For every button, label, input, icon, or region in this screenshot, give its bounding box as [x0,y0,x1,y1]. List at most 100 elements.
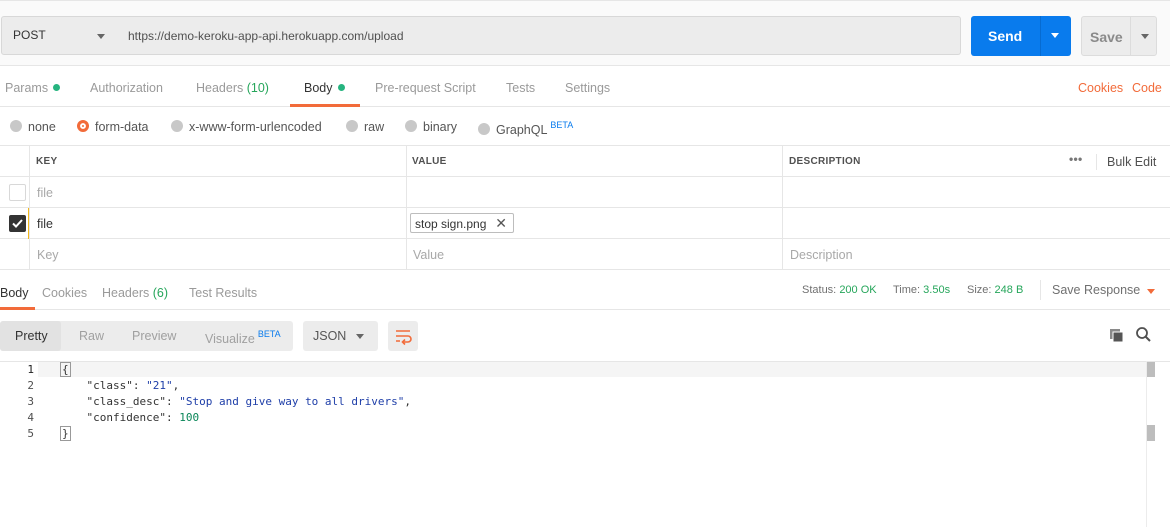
send-button[interactable]: Send [971,16,1071,56]
row-checkbox-checked[interactable] [9,215,26,232]
postman-window: POST https://demo-keroku-app-api.herokua… [0,0,1170,527]
tab-body-label: Body [304,81,333,95]
tab-tests[interactable]: Tests [506,81,535,95]
tab-authorization[interactable]: Authorization [90,81,163,95]
view-raw[interactable]: Raw [79,329,104,343]
tab-pre-request-script[interactable]: Pre-request Script [375,81,476,95]
col-divider [782,146,783,270]
radio-raw-label: raw [364,120,385,134]
table-header: KEY VALUE DESCRIPTION ••• Bulk Edit [0,146,1170,177]
radio-none-circle [10,120,22,132]
time-value: 3.50s [923,284,951,296]
json-value: 100 [179,411,200,424]
size-info: Size: 248 B [967,284,1023,296]
time-info: Time: 3.50s [893,284,950,296]
resp-tab-body[interactable]: Body [0,286,29,300]
radio-x-www-form-urlencoded[interactable]: x-www-form-urlencoded [171,120,322,134]
code-line: "class": "21", [86,379,180,392]
more-options-icon[interactable]: ••• [1069,152,1083,166]
code-line: { [60,362,71,377]
chevron-down-icon [356,334,364,339]
description-input[interactable]: Description [790,248,853,262]
scrollbar-track [1146,361,1147,527]
code-line: "class_desc": "Stop and give way to all … [86,395,412,408]
radio-form-data[interactable]: form-data [77,120,149,134]
method-label: POST [13,28,46,42]
status-label: Status: [802,284,837,296]
status-separator [1040,280,1041,300]
view-preview[interactable]: Preview [132,329,176,343]
view-visualize-label: Visualize [205,332,255,346]
scrollbar-thumb[interactable] [1147,362,1155,377]
file-chip[interactable]: stop sign.png ✕ [410,213,514,233]
body-type-radios: none form-data x-www-form-urlencoded raw… [0,108,1170,146]
radio-binary[interactable]: binary [405,120,457,134]
row-checkbox[interactable] [9,184,26,201]
response-code-viewer[interactable]: 1 { 2 "class": "21", 3 "class_desc": "St… [0,361,1170,527]
time-label: Time: [893,284,921,296]
resp-tab-test-results[interactable]: Test Results [189,286,257,300]
code-link[interactable]: Code [1132,81,1162,95]
response-toolbar: Pretty Raw Preview Visualize BETA JSON [0,321,1170,353]
save-response-button[interactable]: Save Response [1052,283,1140,297]
request-tabs: Params Authorization Headers (10) Body P… [0,67,1170,107]
table-row: file stop sign.png ✕ [0,208,1170,239]
save-label: Save [1090,29,1123,45]
code-line: "confidence": 100 [86,411,200,424]
copy-icon[interactable] [1108,327,1125,344]
method-select[interactable]: POST [1,16,117,55]
send-options-chevron-icon[interactable] [1051,33,1059,38]
resp-tab-cookies[interactable]: Cookies [42,286,87,300]
checkmark-icon [12,219,23,228]
save-button[interactable]: Save [1081,16,1157,56]
url-input[interactable]: https://demo-keroku-app-api.herokuapp.co… [116,16,961,55]
chevron-down-icon [97,34,105,39]
wrap-lines-button[interactable] [388,321,418,351]
search-icon[interactable] [1135,326,1152,343]
resp-tab-headers[interactable]: Headers (6) [102,286,168,300]
col-description-header: DESCRIPTION [789,156,861,167]
bulk-edit-link[interactable]: Bulk Edit [1107,155,1156,169]
json-comma: , [404,395,412,408]
response-tabs: Body Cookies Headers (6) Test Results St… [0,270,1170,310]
tab-body-underline [290,104,360,107]
resp-headers-count: (6) [152,286,169,300]
json-value: "Stop and give way to all drivers" [179,395,405,408]
resp-tab-body-underline [0,307,35,310]
body-active-dot [337,84,345,91]
view-pretty[interactable]: Pretty [15,329,48,343]
save-options-chevron-icon[interactable] [1141,34,1149,39]
radio-graphql[interactable]: GraphQL BETA [478,120,573,137]
save-response-chevron-icon[interactable] [1147,289,1155,294]
request-bar: POST https://demo-keroku-app-api.herokua… [0,0,1170,66]
tab-params[interactable]: Params [5,81,61,95]
tab-body[interactable]: Body [304,81,345,95]
view-visualize[interactable]: Visualize BETA [205,329,281,346]
header-separator [1096,154,1097,170]
close-icon[interactable]: ✕ [495,215,507,232]
line-number: 2 [27,379,34,392]
value-input[interactable]: Value [413,248,444,262]
cookies-link[interactable]: Cookies [1078,81,1123,95]
radio-form-data-label: form-data [95,120,149,134]
tab-headers[interactable]: Headers (10) [196,81,269,95]
brace-open: { [60,362,71,377]
line-number: 5 [27,427,34,440]
row-key[interactable]: file [37,186,53,200]
wrap-lines-icon [396,330,412,346]
radio-urlencoded-circle [171,120,183,132]
json-value: "21" [146,379,173,392]
tab-headers-label: Headers [196,81,244,95]
send-divider [1040,16,1041,56]
row-key[interactable]: file [37,217,53,231]
format-select[interactable]: JSON [303,321,378,351]
radio-raw[interactable]: raw [346,120,384,134]
tab-settings[interactable]: Settings [565,81,610,95]
col-divider [406,146,407,270]
params-active-dot [53,84,61,91]
radio-none[interactable]: none [10,120,56,134]
col-divider [29,146,30,270]
visualize-beta-badge: BETA [257,329,281,339]
key-input[interactable]: Key [37,248,59,262]
status-value: 200 OK [839,284,877,296]
